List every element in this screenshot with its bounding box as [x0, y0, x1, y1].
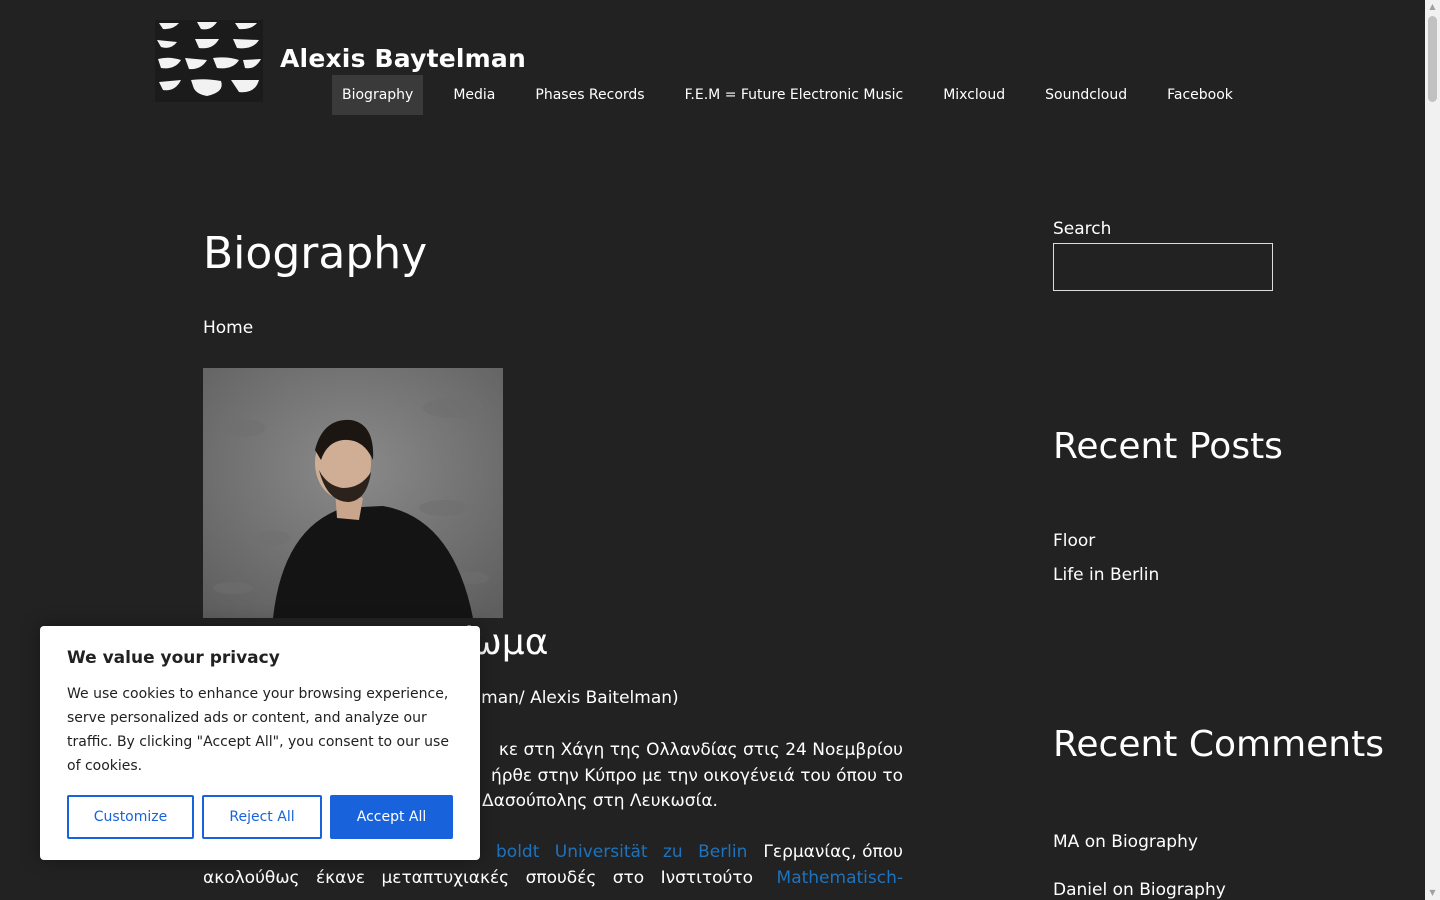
nav-biography[interactable]: Biography: [332, 75, 424, 115]
recent-comments-heading: Recent Comments: [1053, 724, 1384, 765]
scroll-down-arrow-icon[interactable]: ▼: [1425, 886, 1440, 900]
page-title: Biography: [203, 228, 428, 279]
page-scrollbar[interactable]: ▲ ▼: [1425, 0, 1440, 900]
recent-post-life-in-berlin[interactable]: Life in Berlin: [1053, 565, 1159, 585]
mathematisch-link[interactable]: Mathematisch-: [777, 866, 903, 892]
nav-facebook[interactable]: Facebook: [1147, 75, 1253, 115]
recent-comment-1: MA on Biography: [1053, 832, 1198, 852]
comment-on: on: [1084, 832, 1106, 852]
primary-nav: Biography Media Phases Records F.E.M = F…: [332, 75, 1253, 115]
recent-post-floor[interactable]: Floor: [1053, 531, 1095, 551]
nav-phases-records[interactable]: Phases Records: [515, 75, 664, 115]
humboldt-university-link[interactable]: boldt Universität zu Berlin: [496, 840, 747, 866]
comment-author[interactable]: Daniel: [1053, 880, 1107, 900]
customize-button[interactable]: Customize: [67, 795, 194, 839]
nav-media[interactable]: Media: [433, 75, 515, 115]
comment-on: on: [1112, 880, 1134, 900]
portrait-photo: [203, 368, 503, 618]
comment-author[interactable]: MA: [1053, 832, 1079, 852]
nav-mixcloud[interactable]: Mixcloud: [923, 75, 1025, 115]
cookie-consent-banner: We value your privacy We use cookies to …: [40, 626, 480, 860]
cookie-title: We value your privacy: [67, 648, 280, 668]
reject-all-button[interactable]: Reject All: [202, 795, 322, 839]
site-title[interactable]: Alexis Baytelman: [280, 44, 526, 73]
abstract-shapes-logo-icon: [155, 20, 263, 102]
nav-fem[interactable]: F.E.M = Future Electronic Music: [665, 75, 924, 115]
scroll-up-arrow-icon[interactable]: ▲: [1425, 0, 1440, 14]
comment-post-link[interactable]: Biography: [1111, 832, 1198, 852]
site-logo[interactable]: [155, 20, 263, 102]
recent-comment-2: Daniel on Biography: [1053, 880, 1226, 900]
search-label: Search: [1053, 219, 1112, 239]
bio-subname: elman/ Alexis Baitelman): [466, 688, 679, 708]
cookie-text: We use cookies to enhance your browsing …: [67, 686, 449, 774]
nav-soundcloud[interactable]: Soundcloud: [1025, 75, 1147, 115]
search-input[interactable]: [1053, 243, 1273, 291]
accept-all-button[interactable]: Accept All: [330, 795, 453, 839]
para2-line2-text: ακολούθως έκανε μεταπτυχιακές σπουδές στ…: [203, 867, 753, 888]
comment-post-link[interactable]: Biography: [1139, 880, 1226, 900]
breadcrumb-home[interactable]: Home: [203, 318, 253, 338]
para2-line1-text: Γερμανίας, όπου: [763, 842, 903, 862]
scrollbar-thumb[interactable]: [1428, 16, 1437, 102]
recent-posts-heading: Recent Posts: [1053, 426, 1283, 467]
